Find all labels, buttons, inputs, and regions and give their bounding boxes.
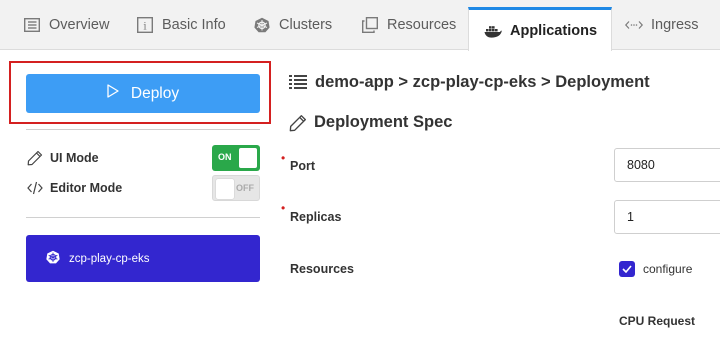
required-marker: •: [281, 151, 286, 165]
ui-mode-row: UI Mode ON: [26, 145, 260, 171]
breadcrumb-text: demo-app > zcp-play-cp-eks > Deployment: [315, 73, 650, 91]
replicas-label: Replicas: [290, 210, 342, 224]
tab-ingress[interactable]: Ingress: [624, 0, 699, 50]
section-title-text: Deployment Spec: [314, 113, 453, 131]
cpu-request-label: CPU Request: [619, 314, 696, 328]
required-marker: •: [281, 201, 286, 215]
tab-label: Ingress: [651, 17, 699, 33]
cluster-label: zcp-play-cp-eks: [69, 252, 150, 265]
editor-mode-toggle[interactable]: OFF: [212, 175, 260, 201]
deploy-button[interactable]: Deploy: [26, 74, 260, 113]
editor-mode-label: Editor Mode: [50, 181, 123, 195]
tab-label: Overview: [49, 17, 110, 33]
port-label: Port: [290, 159, 315, 173]
tab-bar: Overview i Basic Info Clusters Resources…: [0, 0, 720, 51]
port-input[interactable]: 8080: [614, 148, 720, 182]
list-icon: [22, 15, 42, 35]
check-icon: [622, 265, 632, 273]
deploy-label: Deploy: [130, 84, 180, 102]
info-icon: i: [135, 15, 155, 35]
replicas-input[interactable]: 1: [614, 200, 720, 234]
configure-checkbox[interactable]: [619, 261, 635, 277]
code-icon: [26, 179, 44, 197]
tab-label: Clusters: [279, 17, 333, 33]
editor-mode-row: Editor Mode OFF: [26, 175, 260, 201]
configure-label: configure: [643, 262, 693, 276]
ui-mode-toggle[interactable]: ON: [212, 145, 260, 171]
code-arrows-icon: [624, 15, 644, 35]
tab-label: Resources: [387, 17, 457, 33]
svg-text:i: i: [143, 21, 146, 32]
tab-resources[interactable]: Resources: [360, 0, 456, 50]
tab-applications[interactable]: Applications: [468, 7, 613, 51]
copy-icon: [360, 15, 380, 35]
toggle-knob: [216, 179, 234, 199]
kubernetes-icon: [46, 250, 60, 267]
section-title: Deployment Spec: [289, 113, 452, 132]
list-icon: [289, 74, 307, 92]
tab-label: Basic Info: [162, 17, 226, 33]
docker-icon: [483, 21, 503, 41]
tab-basic-info[interactable]: i Basic Info: [135, 0, 226, 50]
breadcrumb: demo-app > zcp-play-cp-eks > Deployment: [289, 73, 650, 92]
tab-overview[interactable]: Overview: [22, 0, 109, 50]
cluster-button[interactable]: zcp-play-cp-eks: [26, 235, 260, 282]
toggle-text: OFF: [236, 183, 254, 193]
divider: [26, 129, 260, 130]
pencil-icon: [26, 149, 44, 167]
tab-clusters[interactable]: Clusters: [252, 0, 332, 50]
toggle-text: ON: [218, 152, 232, 162]
pencil-icon: [289, 114, 307, 132]
play-icon: [107, 84, 119, 103]
toggle-knob: [239, 148, 257, 168]
tab-label: Applications: [510, 22, 598, 39]
resources-label: Resources: [290, 262, 354, 276]
kubernetes-icon: [252, 15, 272, 35]
ui-mode-label: UI Mode: [50, 151, 99, 165]
divider: [26, 217, 260, 218]
